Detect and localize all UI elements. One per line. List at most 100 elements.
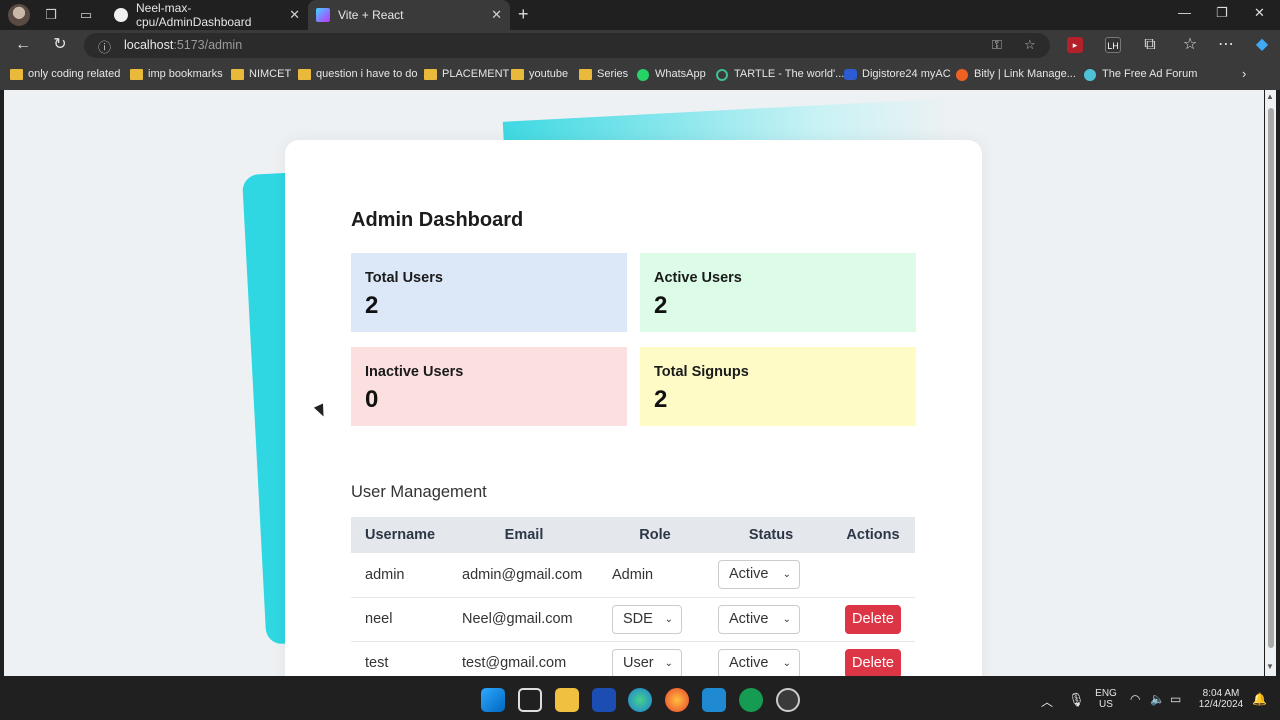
column-header-role: Role (599, 517, 711, 553)
vscode-icon[interactable] (702, 688, 726, 712)
folder-icon (298, 69, 311, 80)
chrome-dev-icon[interactable] (776, 688, 800, 712)
stat-value: 0 (365, 386, 379, 413)
tab-title: Neel-max-cpu/AdminDashboard (136, 1, 252, 29)
mongodb-compass-icon[interactable] (739, 688, 763, 712)
notification-bell-icon[interactable]: 🔔 (1252, 692, 1267, 706)
language-indicator[interactable]: ENG US (1094, 688, 1118, 710)
battery-icon[interactable]: ▭ (1170, 692, 1181, 706)
workspaces-icon[interactable]: ❒ (41, 5, 61, 25)
wifi-icon[interactable]: ◠ (1130, 692, 1140, 706)
volume-icon[interactable]: 🔈 (1150, 692, 1165, 706)
bookmark-youtube[interactable]: youtube (511, 68, 568, 82)
refresh-icon[interactable]: ↻ (50, 35, 70, 55)
bookmark-nimcet[interactable]: NIMCET (231, 68, 291, 82)
chevron-down-icon: ⌄ (782, 657, 791, 669)
language-code: ENG (1095, 688, 1117, 699)
tab-github[interactable]: Neel-max-cpu/AdminDashboard ✕ (106, 0, 308, 30)
extension-lh-icon[interactable]: LH (1105, 37, 1121, 53)
bitly-icon (956, 69, 968, 81)
key-icon[interactable]: ⚿ (992, 37, 1002, 53)
status-select-value: Active (729, 610, 769, 627)
extensions-puzzle-icon[interactable]: ⧉ (1140, 35, 1160, 55)
status-select-value: Active (729, 566, 769, 583)
bookmark-questions[interactable]: question i have to do (298, 68, 418, 82)
region-code: US (1099, 699, 1113, 710)
favorites-icon[interactable]: ☆ (1180, 35, 1200, 55)
folder-icon (424, 69, 437, 80)
extension-red-icon[interactable]: ▸ (1067, 37, 1083, 53)
cell-email: test@gmail.com (449, 641, 599, 676)
scroll-up-icon[interactable]: ▲ (1266, 92, 1274, 101)
scroll-thumb[interactable] (1268, 108, 1274, 648)
url-text: localhost:5173/admin (124, 38, 242, 52)
address-bar[interactable]: ⓘ localhost:5173/admin ⚿ ☆ (84, 33, 1050, 58)
delete-button[interactable]: Delete (845, 648, 901, 676)
copilot-icon[interactable]: ◆ (1252, 35, 1272, 55)
stat-label: Inactive Users (365, 364, 464, 380)
store-icon[interactable] (592, 688, 616, 712)
table-row: test test@gmail.com User ⌄ Active ⌄ Delete (351, 641, 915, 676)
whatsapp-icon (637, 69, 649, 81)
bookmark-tartle[interactable]: TARTLE - The world'... (716, 68, 844, 82)
bookmark-label: Bitly | Link Manage... (974, 68, 1076, 80)
task-view-icon[interactable] (518, 688, 542, 712)
dashboard-card: Admin Dashboard Total Users 2 Active Use… (285, 140, 982, 676)
bookmark-series[interactable]: Series (579, 68, 628, 82)
chevron-down-icon: ⌄ (782, 613, 791, 625)
browser-toolbar: ← ↻ ⓘ localhost:5173/admin ⚿ ☆ ▸ LH ⧉ ☆ … (0, 30, 1280, 60)
bookmarks-overflow-icon[interactable]: › (1242, 66, 1246, 81)
new-tab-icon[interactable]: + (518, 4, 529, 25)
bookmark-free-ad-forum[interactable]: The Free Ad Forum (1084, 68, 1197, 82)
folder-icon (130, 69, 143, 80)
tartle-icon (716, 69, 728, 81)
cell-email: Neel@gmail.com (449, 597, 599, 642)
tab-vite-react[interactable]: Vite + React ✕ (308, 0, 510, 30)
close-tab-icon[interactable]: ✕ (491, 7, 502, 23)
page-scrollbar[interactable]: ▲ ▼ (1265, 90, 1276, 676)
tab-actions-icon[interactable]: ▭ (76, 5, 96, 25)
favorite-star-icon[interactable]: ☆ (1024, 37, 1036, 53)
cell-username: neel (351, 597, 449, 642)
role-select[interactable]: User ⌄ (612, 648, 682, 676)
close-tab-icon[interactable]: ✕ (289, 7, 300, 23)
close-window-icon[interactable]: ✕ (1254, 5, 1265, 21)
stat-label: Total Signups (654, 364, 749, 380)
stat-value: 2 (654, 292, 668, 319)
delete-button[interactable]: Delete (845, 604, 901, 634)
windows-start-icon[interactable] (481, 688, 505, 712)
tray-overflow-icon[interactable]: ︿ (1041, 693, 1053, 710)
bookmark-imp-bookmarks[interactable]: imp bookmarks (130, 68, 223, 82)
status-select[interactable]: Active ⌄ (718, 648, 800, 676)
site-info-icon[interactable]: ⓘ (98, 37, 111, 56)
section-title-user-management: User Management (351, 483, 487, 501)
status-select[interactable]: Active ⌄ (718, 604, 800, 634)
cell-username: test (351, 641, 449, 676)
role-select-value: User (623, 654, 654, 671)
cell-username: admin (351, 553, 449, 598)
bookmark-only-coding[interactable]: only coding related (10, 68, 120, 82)
status-select[interactable]: Active ⌄ (718, 560, 800, 590)
table-row: admin admin@gmail.com Admin Active ⌄ (351, 553, 915, 598)
vite-icon (316, 8, 330, 22)
tab-title: Vite + React (338, 8, 404, 22)
role-select-value: SDE (623, 610, 653, 627)
scroll-down-icon[interactable]: ▼ (1266, 662, 1274, 671)
firefox-icon[interactable] (665, 688, 689, 712)
microphone-icon[interactable]: 🎙 (1068, 692, 1085, 708)
stat-label: Total Users (365, 270, 443, 286)
bookmark-whatsapp[interactable]: WhatsApp (637, 68, 706, 82)
clock[interactable]: 8:04 AM 12/4/2024 (1195, 688, 1247, 710)
minimize-icon[interactable]: — (1178, 5, 1191, 20)
edge-icon[interactable] (628, 688, 652, 712)
file-explorer-icon[interactable] (555, 688, 579, 712)
bookmark-digistore[interactable]: Digistore24 myAC (844, 68, 951, 82)
role-select[interactable]: SDE ⌄ (612, 604, 682, 634)
bookmark-placement[interactable]: PLACEMENT (424, 68, 509, 82)
profile-avatar[interactable] (8, 4, 30, 26)
back-icon[interactable]: ← (13, 35, 33, 55)
restore-icon[interactable]: ❐ (1216, 5, 1228, 21)
more-menu-icon[interactable]: ⋯ (1216, 35, 1236, 55)
bookmark-bitly[interactable]: Bitly | Link Manage... (956, 68, 1076, 82)
column-header-email: Email (449, 517, 599, 553)
